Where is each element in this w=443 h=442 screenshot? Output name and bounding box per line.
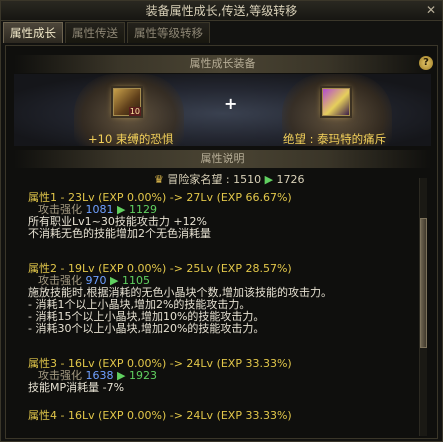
- equipment-name-right: 绝望 : 泰玛特的痛斥: [283, 132, 387, 146]
- attribute-1-to: -> 27Lv (EXP 66.67%): [169, 191, 292, 204]
- attribute-4-block: 属性4 - 16Lv (EXP 0.00%) -> 24Lv (EXP 33.3…: [28, 410, 408, 422]
- attribute-4-to: -> 24Lv (EXP 33.33%): [169, 409, 292, 422]
- attack-to: 1923: [128, 369, 157, 382]
- equipment-display: 10 + +10 束缚的恐惧 绝望 : 泰玛特的痛斥: [14, 74, 431, 146]
- attribute-2-effect-4: - 消耗30个以上小晶块,增加20%的技能攻击力。: [28, 322, 265, 335]
- help-icon[interactable]: ?: [419, 56, 433, 70]
- description-scrollbar[interactable]: [419, 178, 427, 436]
- slot-upgrade-badge: 10: [128, 107, 141, 116]
- equipment-slot-tiamat-rebuke[interactable]: [322, 88, 350, 116]
- attribute-3-to: -> 24Lv (EXP 33.33%): [169, 357, 292, 370]
- attribute-2-to: -> 25Lv (EXP 28.57%): [169, 262, 292, 275]
- equipment-name-left: +10 束缚的恐惧: [88, 132, 174, 146]
- attribute-3-block: 属性3 - 16Lv (EXP 0.00%) -> 24Lv (EXP 33.3…: [28, 358, 408, 394]
- attribute-4-from: 属性4 - 16Lv (EXP 0.00%): [28, 409, 167, 422]
- plus-icon: +: [224, 94, 238, 113]
- adventurer-fame-row: ♛ 冒险家名望 : 1510 ▶ 1726: [154, 174, 305, 186]
- window-titlebar[interactable]: 装备属性成长,传送,等级转移 ✕: [1, 1, 442, 21]
- growth-equipment-header: 属性成长装备: [14, 55, 431, 73]
- fame-from: 1510: [233, 173, 262, 186]
- scrollbar-thumb[interactable]: [420, 218, 427, 348]
- close-icon[interactable]: ✕: [424, 4, 438, 18]
- attribute-description-header: 属性说明: [14, 150, 431, 168]
- window-title: 装备属性成长,传送,等级转移: [145, 4, 298, 18]
- arrow-icon: ▶: [264, 173, 274, 186]
- tab-bar: 属性成长 属性传送 属性等级转移: [3, 22, 210, 44]
- content-panel: 属性成长装备 ? 10 + +10 束缚的恐惧 绝望 : 泰玛特的痛斥 属性说明…: [5, 45, 438, 439]
- adventurer-crown-icon: ♛: [154, 173, 164, 186]
- attribute-description-list: ♛ 冒险家名望 : 1510 ▶ 1726 属性1 - 23Lv (EXP 0.…: [14, 170, 414, 440]
- attribute-3-effect-1: 技能MP消耗量 -7%: [28, 381, 125, 394]
- attribute-1-effect-2: 不消耗无色的技能增加2个无色消耗量: [28, 227, 211, 240]
- attribute-1-block: 属性1 - 23Lv (EXP 0.00%) -> 27Lv (EXP 66.6…: [28, 192, 408, 240]
- attribute-4-heading: 属性4 - 16Lv (EXP 0.00%) -> 24Lv (EXP 33.3…: [28, 410, 408, 422]
- fame-to: 1726: [276, 173, 305, 186]
- tab-attribute-level-transfer[interactable]: 属性等级转移: [127, 22, 210, 43]
- equipment-growth-window: 装备属性成长,传送,等级转移 ✕ 属性成长 属性传送 属性等级转移 属性成长装备…: [0, 0, 443, 442]
- tab-attribute-growth[interactable]: 属性成长: [3, 22, 63, 43]
- fame-label: 冒险家名望 :: [167, 173, 230, 186]
- tab-attribute-transfer[interactable]: 属性传送: [65, 22, 125, 43]
- attribute-2-block: 属性2 - 19Lv (EXP 0.00%) -> 25Lv (EXP 28.5…: [28, 263, 408, 335]
- equipment-slot-fear-bind[interactable]: 10: [113, 88, 141, 116]
